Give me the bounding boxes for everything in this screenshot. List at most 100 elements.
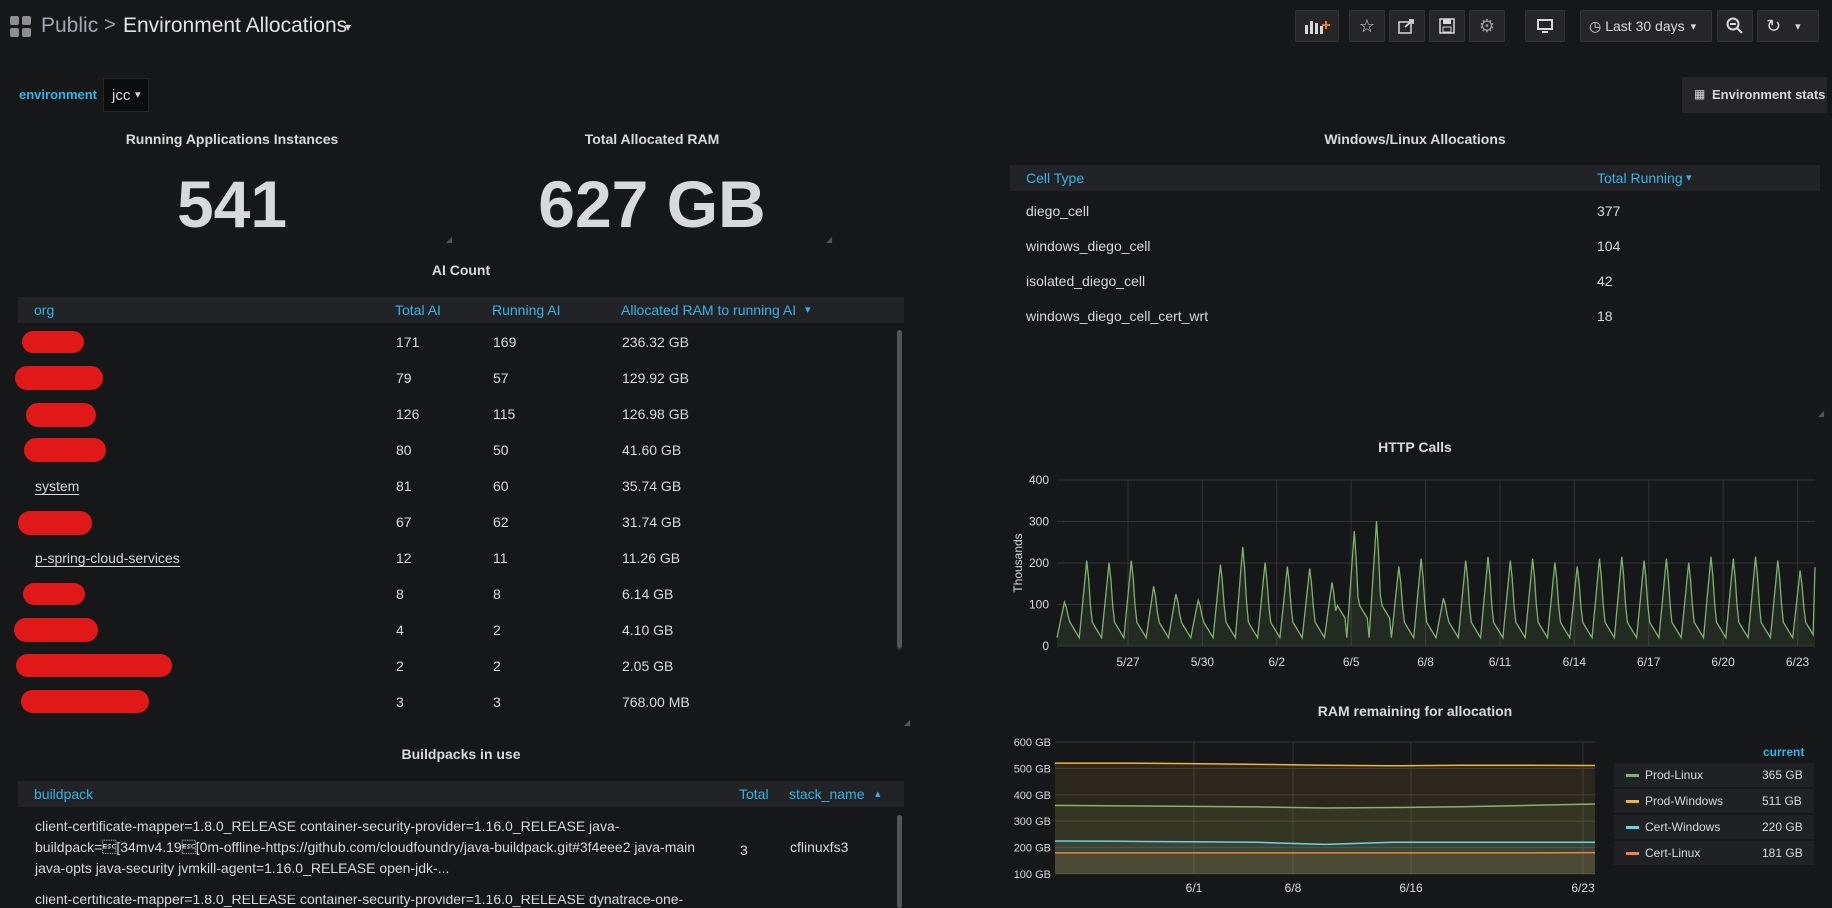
http-calls-chart[interactable]: 0 100 200 300 400 5/27 5/30 6/2 6/5 6/8 6/11 6/14 6/… [1005,464,1825,678]
cell-table-title: Windows/Linux Allocations [1324,131,1506,147]
y-tick-label: 0 [1042,639,1049,653]
sort-asc-icon: ▴ [875,788,881,800]
total-ai-cell: 8 [396,586,404,602]
resize-handle-icon[interactable]: ◢ [1818,409,1824,418]
environment-stats-label: Environment stats [1712,87,1826,102]
stat-panel-running-instances: Running Applications Instances 541 [16,122,448,242]
buildpack-total: 3 [740,842,748,858]
ai-table-header: org Total AI Running AI Allocated RAM to… [18,297,904,323]
star-button[interactable]: ☆ [1349,10,1385,42]
allocated-ram-cell: 2.05 GB [622,658,674,674]
allocated-ram-cell: 4.10 GB [622,622,674,638]
refresh-interval-caret-icon[interactable]: ▾ [1795,20,1801,33]
allocated-ram-cell: 126.98 GB [622,406,689,422]
page-title[interactable]: Environment Allocations [123,14,347,38]
buildpack-line: buildpack=[34mv4.19[0m-offline-https:/… [35,839,696,855]
x-tick-label: 6/20 [1711,655,1735,669]
dashboard-grid-icon[interactable] [10,16,32,38]
running-ai-cell: 2 [493,622,501,638]
tv-mode-button[interactable] [1525,10,1565,42]
buildpacks-scrollbar[interactable] [897,815,902,908]
x-tick-label: 6/23 [1571,881,1595,895]
column-buildpack[interactable]: buildpack [34,786,93,802]
title-dropdown-caret-icon[interactable]: ▾ [345,20,351,34]
y-tick-label: 300 GB [1014,816,1051,828]
column-total-ai[interactable]: Total AI [395,302,441,318]
table-row: 3 3 768.00 MB [18,685,888,721]
environment-select[interactable]: jcc ▾ [103,78,149,112]
column-stack-name[interactable]: stack_name [789,786,864,802]
allocated-ram-cell: 236.32 GB [622,334,689,350]
ram-remaining-chart[interactable]: 100 GB200 GB300 GB400 GB500 GB600 GB6/1 6… [1005,730,1605,908]
add-panel-icon [1305,21,1330,34]
buildpacks-title: Buildpacks in use [401,746,521,762]
add-panel-button[interactable] [1295,10,1339,42]
ai-table-scrollbar[interactable] [897,330,902,650]
time-picker-button[interactable]: ◷ Last 30 days ▾ [1580,10,1712,42]
time-range-label: Last 30 days [1605,18,1685,34]
redaction-mark [24,438,106,462]
settings-button[interactable]: ⚙ [1469,10,1505,42]
column-total[interactable]: Total [739,786,769,802]
dashboard-link-icon: ▦ [1694,87,1706,101]
scrollbar-thumb[interactable] [897,815,902,908]
org-link[interactable]: system [35,478,80,495]
environment-value: jcc [112,87,131,104]
column-running-ai[interactable]: Running AI [492,302,561,318]
legend-swatch [1626,800,1639,803]
save-button[interactable] [1429,10,1465,42]
buildpacks-header: buildpack Total stack_name ▴ [18,781,904,807]
column-org[interactable]: org [34,302,54,318]
total-running-cell: 104 [1597,238,1621,254]
legend-header-current[interactable]: current [1763,745,1804,759]
share-button[interactable] [1389,10,1425,42]
column-cell-type[interactable]: Cell Type [1026,170,1084,186]
legend-item[interactable]: Prod-Windows 511 GB [1614,789,1814,813]
resize-handle-icon[interactable]: ◢ [904,718,910,727]
allocated-ram-cell: 31.74 GB [622,514,682,530]
column-allocated-ram[interactable]: Allocated RAM to running AI [621,302,796,318]
scrollbar-thumb[interactable] [897,330,902,648]
chevron-down-icon: ▾ [135,89,141,101]
x-tick-label: 6/1 [1186,881,1203,895]
stat-title: Total Allocated RAM [584,131,720,147]
running-ai-cell: 3 [493,694,501,710]
running-ai-cell: 50 [493,442,509,458]
redaction-mark [22,331,84,353]
buildpack-text: client-certificate-mapper=1.8.0_RELEASE … [35,816,745,879]
legend-item[interactable]: Cert-Linux 181 GB [1614,841,1814,865]
y-axis-label: Thousands [1011,533,1025,592]
y-tick-label: 100 [1029,598,1049,612]
running-ai-cell: 169 [493,334,517,350]
x-tick-label: 6/23 [1786,655,1810,669]
refresh-button[interactable]: ↻ ▾ [1757,10,1819,42]
column-total-running[interactable]: Total Running [1597,170,1683,186]
zoom-out-button[interactable] [1717,10,1753,42]
total-ai-cell: 3 [396,694,404,710]
legend-series-name: Prod-Windows [1645,794,1724,808]
table-row: 80 50 41.60 GB [18,433,888,469]
y-tick-label: 400 [1029,473,1049,487]
legend-item[interactable]: Cert-Windows 220 GB [1614,815,1814,839]
legend-series-name: Prod-Linux [1645,768,1704,782]
ram-chart-title: RAM remaining for allocation [1317,703,1513,719]
total-ai-cell: 79 [396,370,412,386]
cell-type-cell: windows_diego_cell [1026,238,1151,254]
table-row: 171 169 236.32 GB [18,325,888,361]
legend-current-value: 511 GB [1762,794,1802,808]
cell-table-header: Cell Type Total Running ▾ [1010,165,1820,191]
resize-handle-icon[interactable]: ◢ [826,235,832,244]
breadcrumb-root[interactable]: Public [41,14,98,38]
legend-item[interactable]: Prod-Linux 365 GB [1614,763,1814,787]
org-link[interactable]: p-spring-cloud-services [35,550,180,567]
x-tick-label: 6/16 [1399,881,1423,895]
refresh-icon: ↻ [1766,15,1782,36]
total-ai-cell: 80 [396,442,412,458]
allocated-ram-cell: 11.26 GB [622,550,681,566]
allocated-ram-cell: 129.92 GB [622,370,689,386]
x-tick-label: 6/14 [1563,655,1587,669]
environment-stats-link[interactable]: ▦ Environment stats [1682,77,1827,113]
legend-swatch [1626,774,1639,777]
breadcrumb-separator: > [104,14,116,36]
buildpack-line: client-certificate-mapper=1.8.0_RELEASE … [35,895,684,907]
